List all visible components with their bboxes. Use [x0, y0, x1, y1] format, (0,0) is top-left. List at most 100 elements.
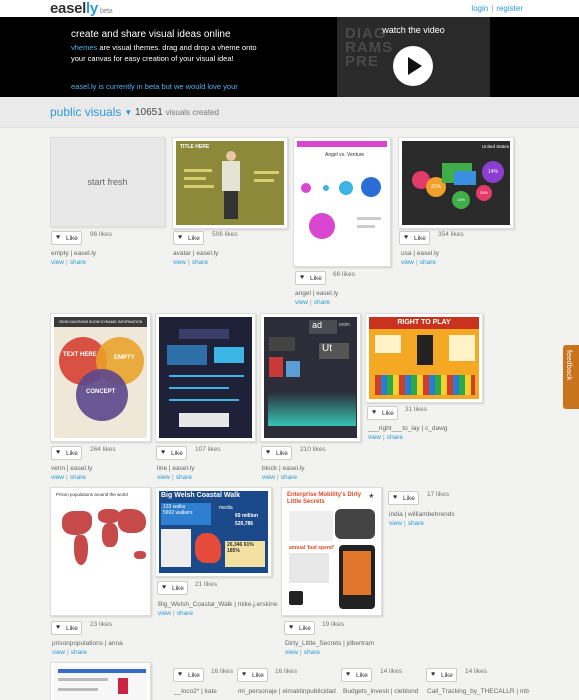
- view-link[interactable]: view: [295, 299, 308, 306]
- like-button[interactable]: ♥ Like: [173, 668, 204, 682]
- separator: |: [67, 649, 69, 656]
- like-label: Like: [188, 672, 200, 679]
- feedback-tab[interactable]: feedback: [563, 345, 579, 409]
- circle-shape: [339, 181, 353, 195]
- video-panel[interactable]: DIAG RAMS PRE watch the video: [337, 17, 490, 97]
- partial-artwork: [54, 666, 147, 700]
- share-link[interactable]: share: [176, 474, 192, 481]
- welsh-thumb-title: Big Welsh Coastal Walk: [161, 492, 240, 499]
- gallery-header: public visuals ▼ 10651 visuals created: [0, 97, 579, 128]
- visual-thumbnail[interactable]: [50, 662, 151, 700]
- line-artwork: [159, 317, 252, 438]
- angel-artwork: Angel vs. Venture: [297, 141, 387, 263]
- beta-note[interactable]: easel.ly is currently in beta but we wou…: [71, 82, 238, 91]
- visual-thumbnail[interactable]: Big Welsh Coastal Walk 133 walks 5692 wal…: [155, 487, 272, 577]
- circle-shape: [309, 213, 335, 239]
- login-link[interactable]: login: [471, 4, 488, 13]
- view-link[interactable]: view: [52, 649, 65, 656]
- start-fresh-button[interactable]: start fresh: [50, 137, 165, 227]
- like-button[interactable]: ♥ Like: [51, 446, 82, 460]
- visual-thumbnail[interactable]: United States 31% 14% 26% 14%: [398, 137, 514, 229]
- avatar-artwork: TITLE HERE: [176, 141, 284, 225]
- angel-thumb-title: Angel vs. Venture: [325, 152, 365, 158]
- view-link[interactable]: view: [51, 259, 64, 266]
- share-link[interactable]: share: [281, 474, 297, 481]
- like-button[interactable]: ♥ Like: [156, 446, 187, 460]
- visual-thumbnail[interactable]: VENN DIAGRAMS SHOW DYNAMIC INFORMATION T…: [50, 313, 151, 442]
- like-button[interactable]: ♥ Like: [157, 581, 188, 595]
- like-count: 14 likes: [380, 668, 403, 675]
- view-link[interactable]: view: [285, 649, 298, 656]
- share-link[interactable]: share: [408, 520, 424, 527]
- dirty-thumb-title: Enterprise Mobility's Dirty Little Secre…: [287, 492, 362, 505]
- like-label: Like: [356, 672, 368, 679]
- share-link[interactable]: share: [71, 649, 87, 656]
- visual-thumbnail[interactable]: Prison populations around the world: [50, 487, 151, 616]
- view-link[interactable]: view: [158, 610, 171, 617]
- share-link[interactable]: share: [70, 474, 86, 481]
- view-link[interactable]: view: [51, 474, 64, 481]
- like-button[interactable]: ♥ Like: [237, 668, 268, 682]
- like-button[interactable]: ♥ Like: [388, 491, 419, 505]
- share-link[interactable]: share: [314, 299, 330, 306]
- block-artwork: ad enim Ut: [264, 317, 357, 438]
- usa-pct-2: 26%: [476, 185, 492, 201]
- bar-shape: [254, 179, 274, 182]
- register-link[interactable]: register: [496, 4, 523, 13]
- table-shape: [161, 529, 191, 567]
- visual-thumbnail[interactable]: TITLE HERE: [172, 137, 288, 229]
- share-link[interactable]: share: [70, 259, 86, 266]
- visual-thumbnail[interactable]: ad enim Ut: [260, 313, 361, 442]
- share-link[interactable]: share: [177, 610, 193, 617]
- share-link[interactable]: share: [387, 434, 403, 441]
- visual-caption: usa | easel.ly: [401, 250, 439, 257]
- view-link[interactable]: view: [401, 259, 414, 266]
- separator: |: [491, 4, 494, 13]
- share-link[interactable]: share: [304, 649, 320, 656]
- visual-caption: block | easel.ly: [262, 465, 305, 472]
- like-button[interactable]: ♥ Like: [426, 668, 457, 682]
- visual-caption: avatar | easel.ly: [173, 250, 219, 257]
- like-button[interactable]: ♥ Like: [173, 231, 204, 245]
- like-button[interactable]: ♥ Like: [399, 231, 430, 245]
- figure-shape: [417, 335, 433, 365]
- visual-thumbnail[interactable]: Angel vs. Venture: [293, 137, 391, 267]
- block-shape: [179, 413, 229, 427]
- visual-thumbnail[interactable]: Enterprise Mobility's Dirty Little Secre…: [281, 487, 382, 616]
- logo[interactable]: easelly beta: [50, 0, 113, 17]
- visual-thumbnail[interactable]: RIGHT TO PLAY: [365, 313, 483, 403]
- view-link[interactable]: view: [368, 434, 381, 441]
- heart-icon: ♥: [56, 449, 61, 456]
- visual-links: view | share: [51, 474, 86, 481]
- public-visuals-dropdown[interactable]: public visuals ▼: [50, 105, 132, 119]
- play-icon[interactable]: [393, 46, 433, 86]
- like-button[interactable]: ♥ Like: [341, 668, 372, 682]
- separator: |: [277, 474, 279, 481]
- flags-strip: [375, 375, 475, 395]
- visual-thumbnail[interactable]: [155, 313, 256, 442]
- view-link[interactable]: view: [173, 259, 186, 266]
- share-link[interactable]: share: [420, 259, 436, 266]
- separator: |: [416, 259, 418, 266]
- figure-shape: [118, 678, 128, 694]
- block-shape: [214, 347, 244, 363]
- welsh-stat-7: 185%: [227, 548, 240, 554]
- like-button[interactable]: ♥ Like: [51, 621, 82, 635]
- view-link[interactable]: view: [157, 474, 170, 481]
- separator: |: [66, 259, 68, 266]
- like-count: 17 likes: [427, 491, 450, 498]
- visuals-count: 10651 visuals created: [135, 107, 219, 118]
- like-button[interactable]: ♥ Like: [261, 446, 292, 460]
- bar-shape: [184, 169, 212, 172]
- like-button[interactable]: ♥ Like: [51, 231, 82, 245]
- public-visuals-label: public visuals: [50, 105, 122, 119]
- usa-pct-3: 14%: [452, 191, 470, 209]
- like-button[interactable]: ♥ Like: [284, 621, 315, 635]
- share-link[interactable]: share: [192, 259, 208, 266]
- like-button[interactable]: ♥ Like: [367, 406, 398, 420]
- vhemes-link[interactable]: vhemes: [71, 43, 97, 52]
- like-button[interactable]: ♥ Like: [295, 271, 326, 285]
- view-link[interactable]: view: [389, 520, 402, 527]
- view-link[interactable]: view: [262, 474, 275, 481]
- heart-icon: ♥: [289, 624, 294, 631]
